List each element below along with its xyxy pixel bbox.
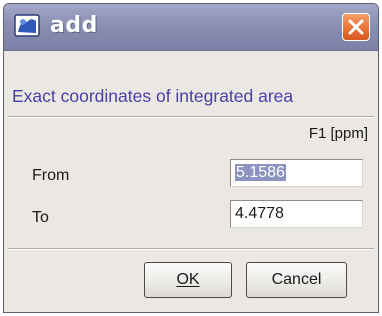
close-button[interactable] (342, 13, 370, 41)
to-field[interactable]: 4.4778 (230, 200, 363, 228)
ok-button[interactable]: OK (144, 262, 232, 298)
to-label: To (32, 209, 49, 226)
close-icon (348, 19, 364, 35)
dialog-heading: Exact coordinates of integrated area (12, 86, 294, 106)
from-field[interactable]: 5.1586 (230, 159, 363, 187)
ok-button-label: OK (176, 271, 200, 288)
app-window-icon (14, 13, 42, 39)
window-title: add (50, 13, 98, 38)
cancel-button[interactable]: Cancel (246, 262, 347, 298)
from-value: 5.1586 (235, 164, 286, 181)
title-bar[interactable]: add (4, 4, 378, 51)
from-label: From (32, 167, 70, 184)
to-value: 4.4778 (235, 205, 284, 222)
column-header-f1: F1 [ppm] (308, 125, 368, 142)
divider (8, 248, 374, 250)
cancel-button-label: Cancel (271, 271, 322, 288)
add-dialog: add Exact coordinates of integrated area… (3, 3, 379, 313)
divider (8, 116, 374, 118)
